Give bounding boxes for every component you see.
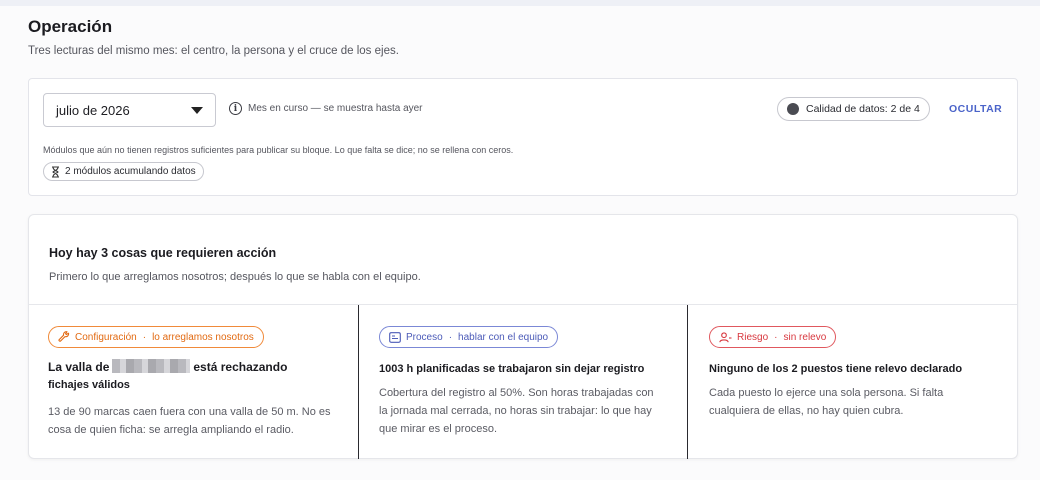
tag-category: Configuración [75,331,137,343]
redacted-name [112,359,191,373]
action-item-risk: Riesgo · sin relevo Ninguno de los 2 pue… [709,305,1009,459]
action-item-body: 13 de 90 marcas caen fuera con una valla… [48,406,331,436]
page-subtitle: Tres lecturas del mismo mes: el centro, … [28,45,399,57]
info-icon[interactable]: i [229,102,242,115]
column-separator [358,305,359,459]
tag-detail: hablar con el equipo [458,331,549,343]
action-item-process: Proceso · hablar con el equipo 1003 h pl… [379,305,679,459]
action-card: Hoy hay 3 cosas que requieren acción Pri… [28,214,1018,459]
tag-category: Proceso [406,331,443,343]
modules-chip[interactable]: 2 módulos acumulando datos [43,162,204,181]
action-item-title: Ninguno de los 2 puestos tiene relevo de… [709,363,963,375]
tag-config: Configuración · lo arreglamos nosotros [48,326,264,348]
action-item-body: Cada puesto lo ejerce una sola persona. … [709,387,944,417]
status-note: i Mes en curso — se muestra hasta ayer [229,102,423,115]
wrench-icon [58,331,70,342]
board-icon [389,331,401,343]
data-quality-pill[interactable]: Calidad de datos: 2 de 4 [777,97,930,121]
status-note-text: Mes en curso — se muestra hasta ayer [248,103,423,114]
column-separator [687,305,688,459]
tag-process: Proceso · hablar con el equipo [379,326,559,348]
data-quality-label: Calidad de datos: 2 de 4 [806,103,920,115]
month-select-value: julio de 2026 [56,102,130,118]
tag-detail: sin relevo [783,331,827,343]
action-item-title: 1003 h planificadas se trabajaron sin de… [379,363,645,375]
action-item-config: Configuración · lo arreglamos nosotros L… [48,305,348,459]
action-item-title-line2: fichajes válidos [48,379,130,391]
action-title: Hoy hay 3 cosas que requieren acción [49,246,277,260]
action-item-body: Cobertura del registro al 50%. Son horas… [379,387,654,435]
tag-detail: lo arreglamos nosotros [152,331,254,343]
month-select[interactable]: julio de 2026 [43,93,216,127]
filter-card: julio de 2026 i Mes en curso — se muestr… [28,78,1018,196]
caret-down-icon [191,107,203,114]
action-item-title: La valla de está rechazando [48,359,288,374]
page-title: Operación [28,17,113,36]
modules-chip-label: 2 módulos acumulando datos [65,166,196,177]
person-alert-icon [719,331,732,342]
tag-risk: Riesgo · sin relevo [709,326,837,348]
tag-category: Riesgo [737,331,769,343]
action-subtitle: Primero lo que arreglamos nosotros; desp… [49,271,421,283]
hide-button[interactable]: OCULTAR [949,103,1002,115]
modules-note: Módulos que aún no tienen registros sufi… [43,145,514,155]
status-dot-icon [787,103,799,115]
page: Operación Tres lecturas del mismo mes: e… [0,6,1040,480]
hourglass-icon [52,165,59,178]
